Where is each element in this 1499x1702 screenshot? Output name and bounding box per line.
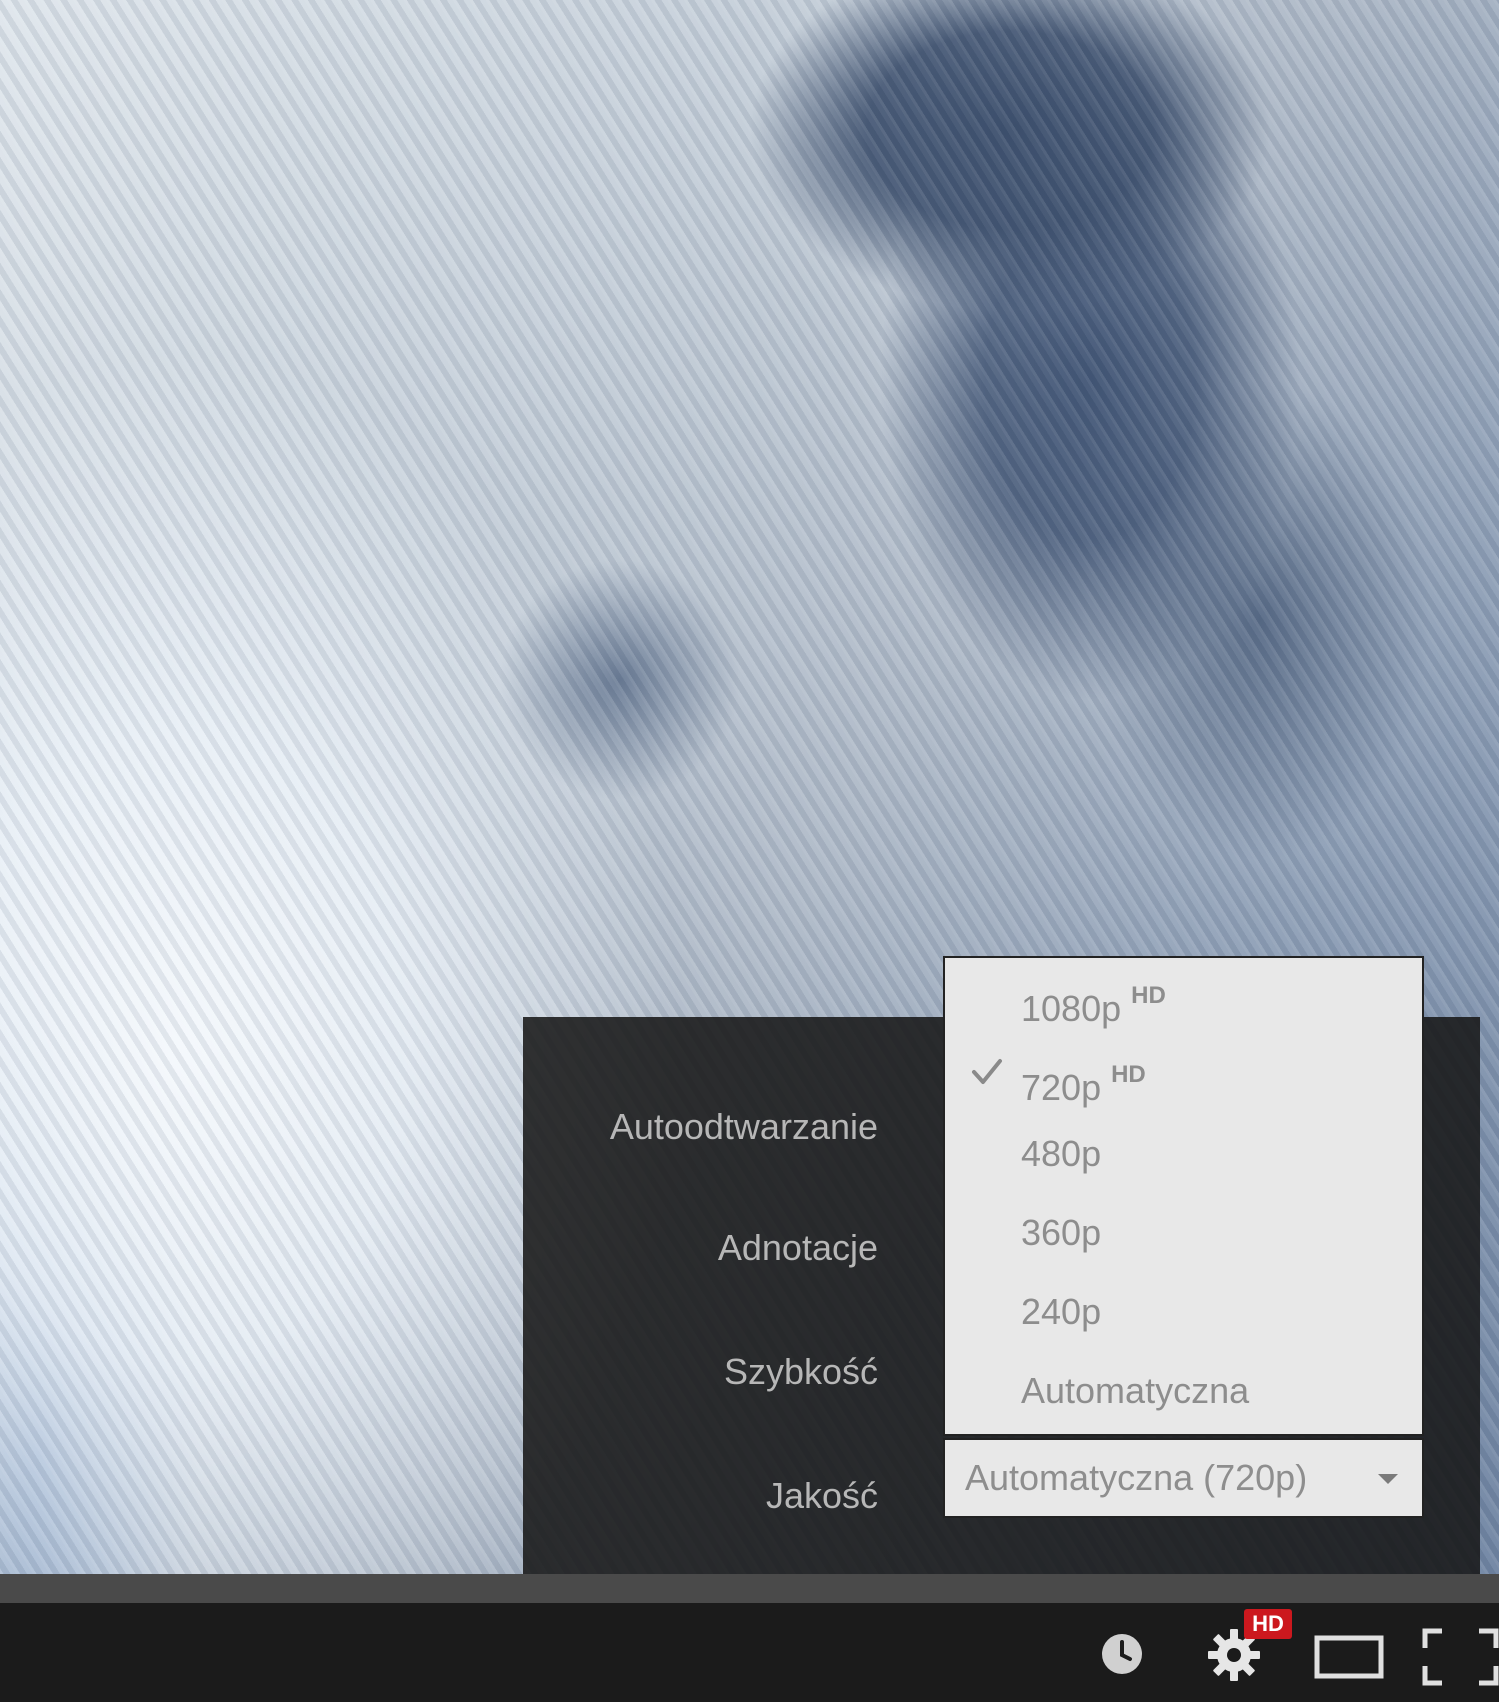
quality-option-label: 240p: [1021, 1291, 1102, 1332]
quality-option-label: 480p: [1021, 1133, 1102, 1174]
quality-option-1080p[interactable]: 1080p HD: [945, 958, 1422, 1037]
theater-mode-icon[interactable]: [1314, 1634, 1384, 1680]
quality-option-label: 720p: [1021, 1067, 1102, 1108]
fullscreen-icon[interactable]: [1422, 1628, 1499, 1686]
hd-superscript: HD: [1111, 1061, 1146, 1088]
hd-badge: HD: [1244, 1609, 1292, 1639]
watch-later-icon[interactable]: [1100, 1632, 1144, 1676]
setting-label-annotations: Adnotacje: [717, 1227, 878, 1268]
hd-superscript: HD: [1131, 982, 1166, 1009]
quality-option-360p[interactable]: 360p: [945, 1195, 1422, 1274]
quality-options-list: 1080p HD 720p HD 480p 360p 240p Automatycz…: [943, 956, 1424, 1436]
quality-option-label: 1080p: [1021, 988, 1122, 1029]
quality-select-value: Automatyczna (720p): [965, 1457, 1308, 1498]
quality-select[interactable]: Automatyczna (720p): [943, 1438, 1424, 1518]
quality-option-240p[interactable]: 240p: [945, 1274, 1422, 1353]
quality-option-auto[interactable]: Automatyczna: [945, 1353, 1422, 1432]
setting-label-autoplay: Autoodtwarzanie: [609, 1106, 878, 1147]
setting-label-speed: Szybkość: [723, 1351, 878, 1392]
setting-label-quality: Jakość: [765, 1475, 878, 1516]
quality-option-label: Automatyczna: [1021, 1370, 1250, 1411]
progress-bar[interactable]: [0, 1574, 1499, 1603]
quality-option-720p[interactable]: 720p HD: [945, 1037, 1422, 1116]
chevron-down-icon: [1378, 1474, 1398, 1484]
quality-option-label: 360p: [1021, 1212, 1102, 1253]
checkmark-icon: [972, 1059, 1002, 1084]
quality-option-480p[interactable]: 480p: [945, 1116, 1422, 1195]
